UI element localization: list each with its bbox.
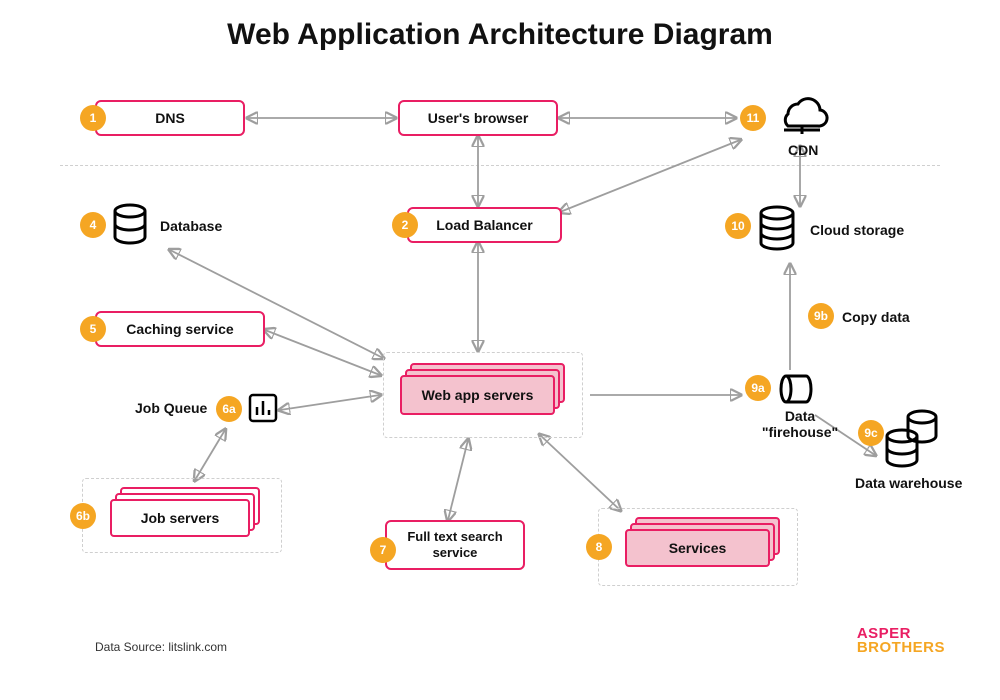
- database-icon: [110, 203, 150, 252]
- cloud-storage-icon: [755, 205, 799, 258]
- node-search-label: Full text search service: [387, 529, 523, 560]
- badge-db: 4: [80, 212, 106, 238]
- node-cloudstor-label: Cloud storage: [810, 222, 904, 238]
- node-warehouse-label: Data warehouse: [855, 475, 962, 491]
- node-dns: DNS: [95, 100, 245, 136]
- node-jobsrv: Job servers: [110, 487, 270, 542]
- badge-cdn: 11: [740, 105, 766, 131]
- node-lb: Load Balancer: [407, 207, 562, 243]
- barrel-icon: [778, 372, 814, 411]
- node-cdn-label: CDN: [788, 142, 818, 158]
- diagram-canvas: 1 DNS User's browser 11 CDN 4 Database 2…: [0, 0, 1000, 700]
- node-webapp-label: Web app servers: [422, 387, 534, 403]
- badge-firehose: 9a: [745, 375, 771, 401]
- bar-chart-icon: [248, 393, 278, 428]
- badge-jobsrv: 6b: [70, 503, 96, 529]
- badge-cache: 5: [80, 316, 106, 342]
- node-webapp: Web app servers: [400, 363, 570, 418]
- cloud-cdn-icon: [770, 90, 830, 143]
- node-jobq-label: Job Queue: [135, 400, 207, 416]
- badge-search: 7: [370, 537, 396, 563]
- node-browser: User's browser: [398, 100, 558, 136]
- node-services: Services: [625, 517, 785, 572]
- badge-services: 8: [586, 534, 612, 560]
- node-dns-label: DNS: [155, 110, 185, 126]
- badge-warehouse: 9c: [858, 420, 884, 446]
- node-cache: Caching service: [95, 311, 265, 347]
- node-firehose-label: Data "firehouse": [760, 408, 840, 440]
- node-browser-label: User's browser: [428, 110, 529, 126]
- node-lb-label: Load Balancer: [436, 217, 532, 233]
- node-search: Full text search service: [385, 520, 525, 570]
- badge-copydata: 9b: [808, 303, 834, 329]
- badge-jobq: 6a: [216, 396, 242, 422]
- node-copydata-label: Copy data: [842, 309, 910, 325]
- node-jobsrv-label: Job servers: [141, 510, 220, 526]
- warehouse-icon: [880, 408, 944, 475]
- badge-dns: 1: [80, 105, 106, 131]
- badge-cloudstor: 10: [725, 213, 751, 239]
- node-services-label: Services: [669, 540, 727, 556]
- node-cache-label: Caching service: [126, 321, 233, 337]
- node-db-label: Database: [160, 218, 222, 234]
- badge-lb: 2: [392, 212, 418, 238]
